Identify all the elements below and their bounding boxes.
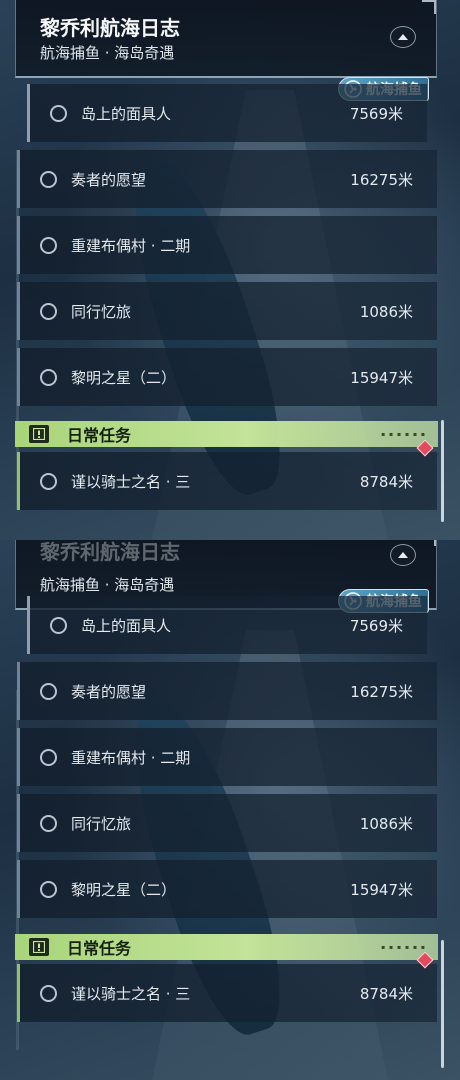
- quest-item[interactable]: 重建布偶村 · 二期: [17, 728, 437, 786]
- quest-item[interactable]: 重建布偶村 · 二期: [17, 216, 437, 274]
- quest-subtitle: 航海捕鱼 · 海岛奇遇: [40, 576, 175, 594]
- collapse-button[interactable]: [390, 544, 416, 566]
- quest-name: 奏者的愿望: [71, 170, 147, 189]
- circle-icon: [40, 368, 57, 386]
- quest-distance: 7569米: [349, 104, 403, 123]
- quest-distance: 16275米: [350, 170, 413, 189]
- quest-name: 黎明之星（二）: [71, 368, 177, 387]
- daily-quest-item[interactable]: 谨以骑士之名 · 三 8784米: [17, 439, 437, 510]
- corner-deco: [422, 0, 436, 14]
- quest-panel-top: 黎乔利航海日志 航海捕鱼 · 海岛奇遇 航海捕鱼 岛上的面具人 7569米 奏者…: [0, 0, 460, 540]
- quest-item[interactable]: 岛上的面具人 7569米: [27, 84, 427, 142]
- quest-distance: 15947米: [350, 880, 413, 899]
- circle-icon: [40, 170, 57, 188]
- quest-distance: 8784米: [359, 472, 413, 491]
- quest-distance: 16275米: [350, 682, 413, 701]
- quest-name: 黎明之星（二）: [71, 880, 177, 899]
- circle-icon: [40, 472, 57, 490]
- header-deco-dots: ▪ ▪ ▪ ▪ ▪ ▪: [381, 430, 426, 438]
- exclamation-icon: [29, 425, 49, 443]
- quest-name: 岛上的面具人: [81, 616, 172, 635]
- quest-item[interactable]: 奏者的愿望 16275米: [17, 662, 437, 720]
- scrollbar[interactable]: [441, 940, 444, 1068]
- circle-icon: [40, 880, 57, 898]
- quest-header[interactable]: 黎乔利航海日志 航海捕鱼 · 海岛奇遇: [15, 0, 437, 78]
- daily-label: 日常任务: [67, 426, 132, 445]
- daily-label: 日常任务: [67, 939, 132, 958]
- circle-icon: [50, 616, 67, 634]
- quest-name: 同行忆旅: [71, 302, 132, 321]
- circle-icon: [40, 682, 57, 700]
- quest-distance: 7569米: [349, 616, 403, 635]
- quest-item[interactable]: 同行忆旅 1086米: [17, 282, 437, 340]
- circle-icon: [40, 302, 57, 320]
- quest-name: 重建布偶村 · 二期: [71, 236, 191, 255]
- quest-distance: 1086米: [359, 302, 413, 321]
- chevron-up-icon: [398, 552, 408, 558]
- quest-distance: 8784米: [359, 984, 413, 1003]
- quest-name: 谨以骑士之名 · 三: [71, 472, 191, 491]
- quest-title: 黎乔利航海日志: [40, 16, 180, 40]
- daily-quest-item[interactable]: 谨以骑士之名 · 三 8784米: [17, 951, 437, 1022]
- quest-panel-bottom: 黎乔利航海日志 航海捕鱼 · 海岛奇遇 航海捕鱼 岛上的面具人 7569米 奏者…: [0, 540, 460, 1080]
- quest-item[interactable]: 奏者的愿望 16275米: [17, 150, 437, 208]
- quest-name: 重建布偶村 · 二期: [71, 748, 191, 767]
- quest-name: 岛上的面具人: [81, 104, 172, 123]
- quest-name: 同行忆旅: [71, 814, 132, 833]
- circle-icon: [40, 984, 57, 1002]
- quest-item[interactable]: 同行忆旅 1086米: [17, 794, 437, 852]
- corner-deco: [422, 540, 436, 546]
- scrollbar[interactable]: [441, 420, 444, 522]
- daily-quest-header[interactable]: 日常任务 ▪ ▪ ▪ ▪ ▪ ▪: [15, 421, 438, 447]
- quest-item[interactable]: 黎明之星（二） 15947米: [17, 348, 437, 406]
- quest-subtitle: 航海捕鱼 · 海岛奇遇: [40, 44, 175, 62]
- header-deco-dots: ▪ ▪ ▪ ▪ ▪ ▪: [381, 943, 426, 951]
- quest-item[interactable]: 黎明之星（二） 15947米: [17, 860, 437, 918]
- quest-name: 奏者的愿望: [71, 682, 147, 701]
- quest-distance: 15947米: [350, 368, 413, 387]
- chevron-up-icon: [398, 34, 408, 40]
- circle-icon: [40, 236, 57, 254]
- circle-icon: [40, 748, 57, 766]
- daily-quest-header[interactable]: 日常任务 ▪ ▪ ▪ ▪ ▪ ▪: [15, 934, 438, 960]
- quest-distance: 1086米: [359, 814, 413, 833]
- quest-name: 谨以骑士之名 · 三: [71, 984, 191, 1003]
- quest-item[interactable]: 岛上的面具人 7569米: [27, 596, 427, 654]
- circle-icon: [40, 814, 57, 832]
- circle-icon: [50, 104, 67, 122]
- collapse-button[interactable]: [390, 26, 416, 48]
- quest-title: 黎乔利航海日志: [40, 540, 180, 564]
- exclamation-icon: [29, 938, 49, 956]
